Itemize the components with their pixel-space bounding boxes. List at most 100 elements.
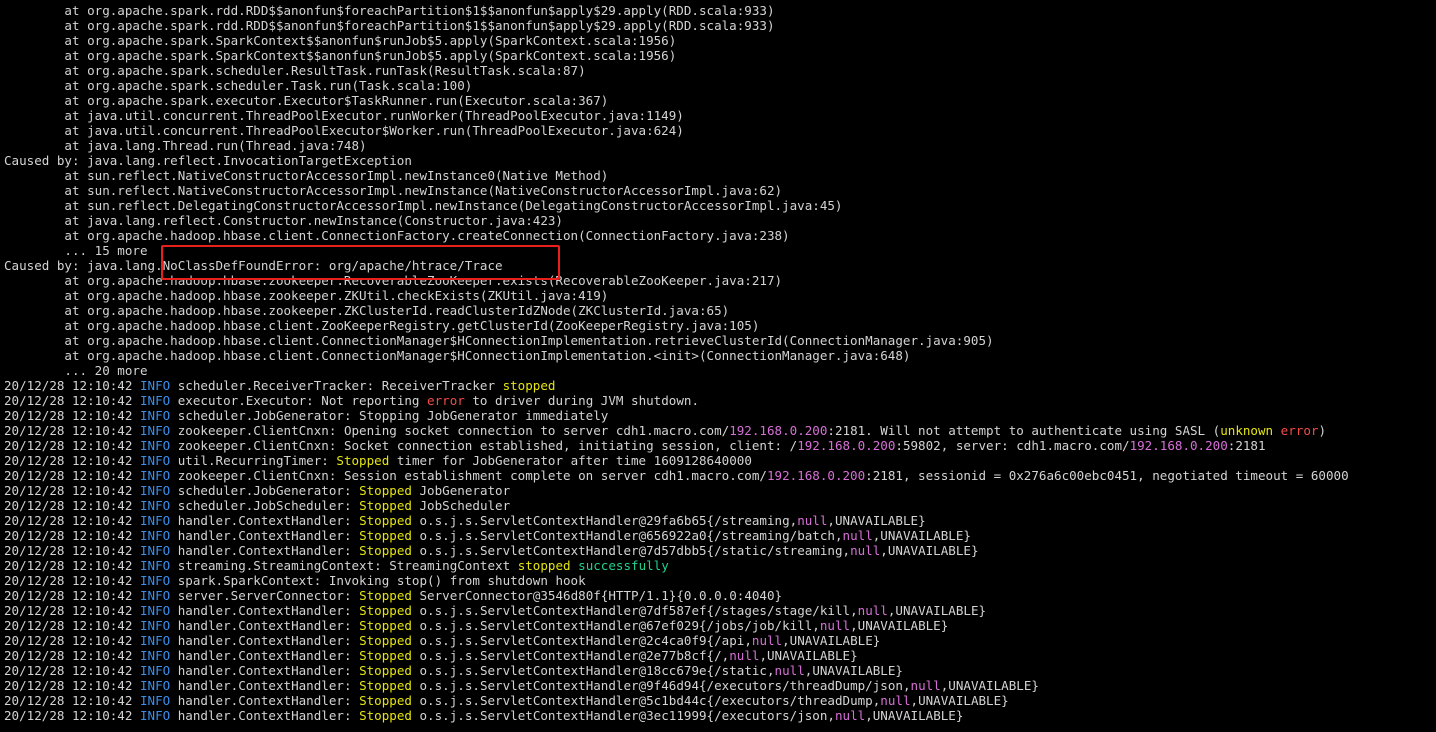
log-text: ,UNAVAILABLE} <box>850 618 949 633</box>
log-level-info: INFO <box>139 558 171 573</box>
log-text: :2181, sessionid = 0x276a6c00ebc0451, ne… <box>865 468 1349 483</box>
log-text: at org.apache.spark.rdd.RDD$$anonfun$for… <box>4 3 775 18</box>
log-text: o.s.j.s.ServletContextHandler@2e77b8cf{/… <box>411 648 730 663</box>
log-level-info: INFO <box>139 648 171 663</box>
log-text: handler.ContextHandler: <box>170 663 360 678</box>
ip-address: 192.168.0.200 <box>1129 438 1228 453</box>
log-text: ... 20 more <box>4 363 148 378</box>
terminal-line: 20/12/28 12:10:42 INFO handler.ContextHa… <box>4 528 1436 543</box>
terminal-line: 20/12/28 12:10:42 INFO handler.ContextHa… <box>4 708 1436 723</box>
terminal-line: at org.apache.spark.SparkContext$$anonfu… <box>4 33 1436 48</box>
log-level-info: INFO <box>139 603 171 618</box>
status-word: Stopped <box>359 648 412 663</box>
status-word: Stopped <box>336 453 390 468</box>
status-word: Stopped <box>359 678 412 693</box>
log-text: 20/12/28 12:10:42 <box>4 453 140 468</box>
success-word: successfully <box>578 558 669 573</box>
log-text: :2181 <box>1227 438 1266 453</box>
terminal-line: 20/12/28 12:10:42 INFO util.RecurringTim… <box>4 453 1436 468</box>
status-word: Stopped <box>359 513 412 528</box>
terminal-line: 20/12/28 12:10:42 INFO handler.ContextHa… <box>4 513 1436 528</box>
terminal-line: at org.apache.spark.scheduler.ResultTask… <box>4 63 1436 78</box>
log-text: at sun.reflect.NativeConstructorAccessor… <box>4 183 783 198</box>
log-text: ... 15 more <box>4 243 148 258</box>
log-text: 20/12/28 12:10:42 <box>4 708 140 723</box>
log-text: 20/12/28 12:10:42 <box>4 513 140 528</box>
log-text: scheduler.JobScheduler: <box>170 498 360 513</box>
ip-address: 192.168.0.200 <box>729 423 828 438</box>
log-text: scheduler.JobGenerator: Stopping JobGene… <box>170 408 609 423</box>
log-text: 20/12/28 12:10:42 <box>4 588 140 603</box>
terminal-line: 20/12/28 12:10:42 INFO handler.ContextHa… <box>4 603 1436 618</box>
log-text: ,UNAVAILABLE} <box>887 603 987 618</box>
log-text: ,UNAVAILABLE} <box>910 693 1009 708</box>
status-word: Stopped <box>359 693 412 708</box>
terminal-line: 20/12/28 12:10:42 INFO scheduler.Receive… <box>4 378 1436 393</box>
null-literal: null <box>751 633 783 648</box>
log-level-info: INFO <box>139 633 171 648</box>
log-text: Caused by: java.lang.reflect.InvocationT… <box>4 153 412 168</box>
status-word: Stopped <box>359 618 412 633</box>
terminal-line: at org.apache.hadoop.hbase.client.Connec… <box>4 348 1436 363</box>
log-text: ServerConnector@3546d80f{HTTP/1.1}{0.0.0… <box>411 588 783 603</box>
terminal-line: Caused by: java.lang.reflect.InvocationT… <box>4 153 1436 168</box>
terminal-line: 20/12/28 12:10:42 INFO handler.ContextHa… <box>4 633 1436 648</box>
log-text: JobScheduler <box>411 498 511 513</box>
log-text: ,UNAVAILABLE} <box>759 648 858 663</box>
terminal-line: 20/12/28 12:10:42 INFO zookeeper.ClientC… <box>4 438 1436 453</box>
log-level-info: INFO <box>139 393 171 408</box>
log-text: handler.ContextHandler: <box>170 528 360 543</box>
terminal-line: 20/12/28 12:10:42 INFO zookeeper.ClientC… <box>4 468 1436 483</box>
terminal-line: at sun.reflect.DelegatingConstructorAcce… <box>4 198 1436 213</box>
log-level-info: INFO <box>139 468 171 483</box>
log-text: at java.util.concurrent.ThreadPoolExecut… <box>4 108 684 123</box>
log-text: handler.ContextHandler: <box>170 678 360 693</box>
log-level-info: INFO <box>139 438 171 453</box>
terminal-line: 20/12/28 12:10:42 INFO spark.SparkContex… <box>4 573 1436 588</box>
log-text: server.ServerConnector: <box>170 588 360 603</box>
terminal-line: 20/12/28 12:10:42 INFO handler.ContextHa… <box>4 543 1436 558</box>
log-level-info: INFO <box>139 513 171 528</box>
terminal-line: at org.apache.spark.rdd.RDD$$anonfun$for… <box>4 18 1436 33</box>
log-text: streaming.StreamingContext: StreamingCon… <box>170 558 518 573</box>
terminal-line: ... 20 more <box>4 363 1436 378</box>
log-text: handler.ContextHandler: <box>170 633 360 648</box>
log-text: handler.ContextHandler: <box>170 693 360 708</box>
log-text: at org.apache.spark.rdd.RDD$$anonfun$for… <box>4 18 775 33</box>
log-level-info: INFO <box>139 618 171 633</box>
log-text: handler.ContextHandler: <box>170 618 360 633</box>
terminal-output[interactable]: at org.apache.spark.rdd.RDD$$anonfun$for… <box>4 3 1436 732</box>
log-text: handler.ContextHandler: <box>170 708 360 723</box>
log-level-info: INFO <box>139 408 171 423</box>
log-text: at sun.reflect.NativeConstructorAccessor… <box>4 168 609 183</box>
log-level-info: INFO <box>139 678 171 693</box>
null-literal: null <box>910 678 941 693</box>
log-text: o.s.j.s.ServletContextHandler@9f46d94{/e… <box>411 678 911 693</box>
log-text: handler.ContextHandler: <box>170 648 360 663</box>
log-text: at org.apache.spark.SparkContext$$anonfu… <box>4 33 677 48</box>
terminal-line: Caused by: java.lang.NoClassDefFoundErro… <box>4 258 1436 273</box>
terminal-line: at org.apache.spark.executor.Executor$Ta… <box>4 93 1436 108</box>
log-text: at org.apache.spark.executor.Executor$Ta… <box>4 93 609 108</box>
log-text: 20/12/28 12:10:42 <box>4 498 140 513</box>
null-literal: null <box>842 528 873 543</box>
log-text: o.s.j.s.ServletContextHandler@29fa6b65{/… <box>411 513 798 528</box>
log-level-info: INFO <box>139 423 171 438</box>
null-literal: null <box>834 708 866 723</box>
log-text: zookeeper.ClientCnxn: Session establishm… <box>170 468 767 483</box>
log-text: 20/12/28 12:10:42 <box>4 378 140 393</box>
log-text: 20/12/28 12:10:42 <box>4 423 140 438</box>
status-word: Stopped <box>359 663 412 678</box>
terminal-line: at sun.reflect.NativeConstructorAccessor… <box>4 183 1436 198</box>
status-word: unknown <box>1220 423 1274 438</box>
log-text: handler.ContextHandler: <box>170 603 360 618</box>
log-level-info: INFO <box>139 543 171 558</box>
terminal-line: 20/12/28 12:10:42 INFO handler.ContextHa… <box>4 618 1436 633</box>
log-text: at org.apache.hadoop.hbase.zookeeper.Rec… <box>4 273 783 288</box>
terminal-line: 20/12/28 12:10:42 INFO handler.ContextHa… <box>4 693 1436 708</box>
log-level-info: INFO <box>139 453 171 468</box>
log-text: at java.lang.reflect.Constructor.newInst… <box>4 213 563 228</box>
ip-address: 192.168.0.200 <box>797 438 896 453</box>
log-text: at org.apache.spark.scheduler.Task.run(T… <box>4 78 473 93</box>
